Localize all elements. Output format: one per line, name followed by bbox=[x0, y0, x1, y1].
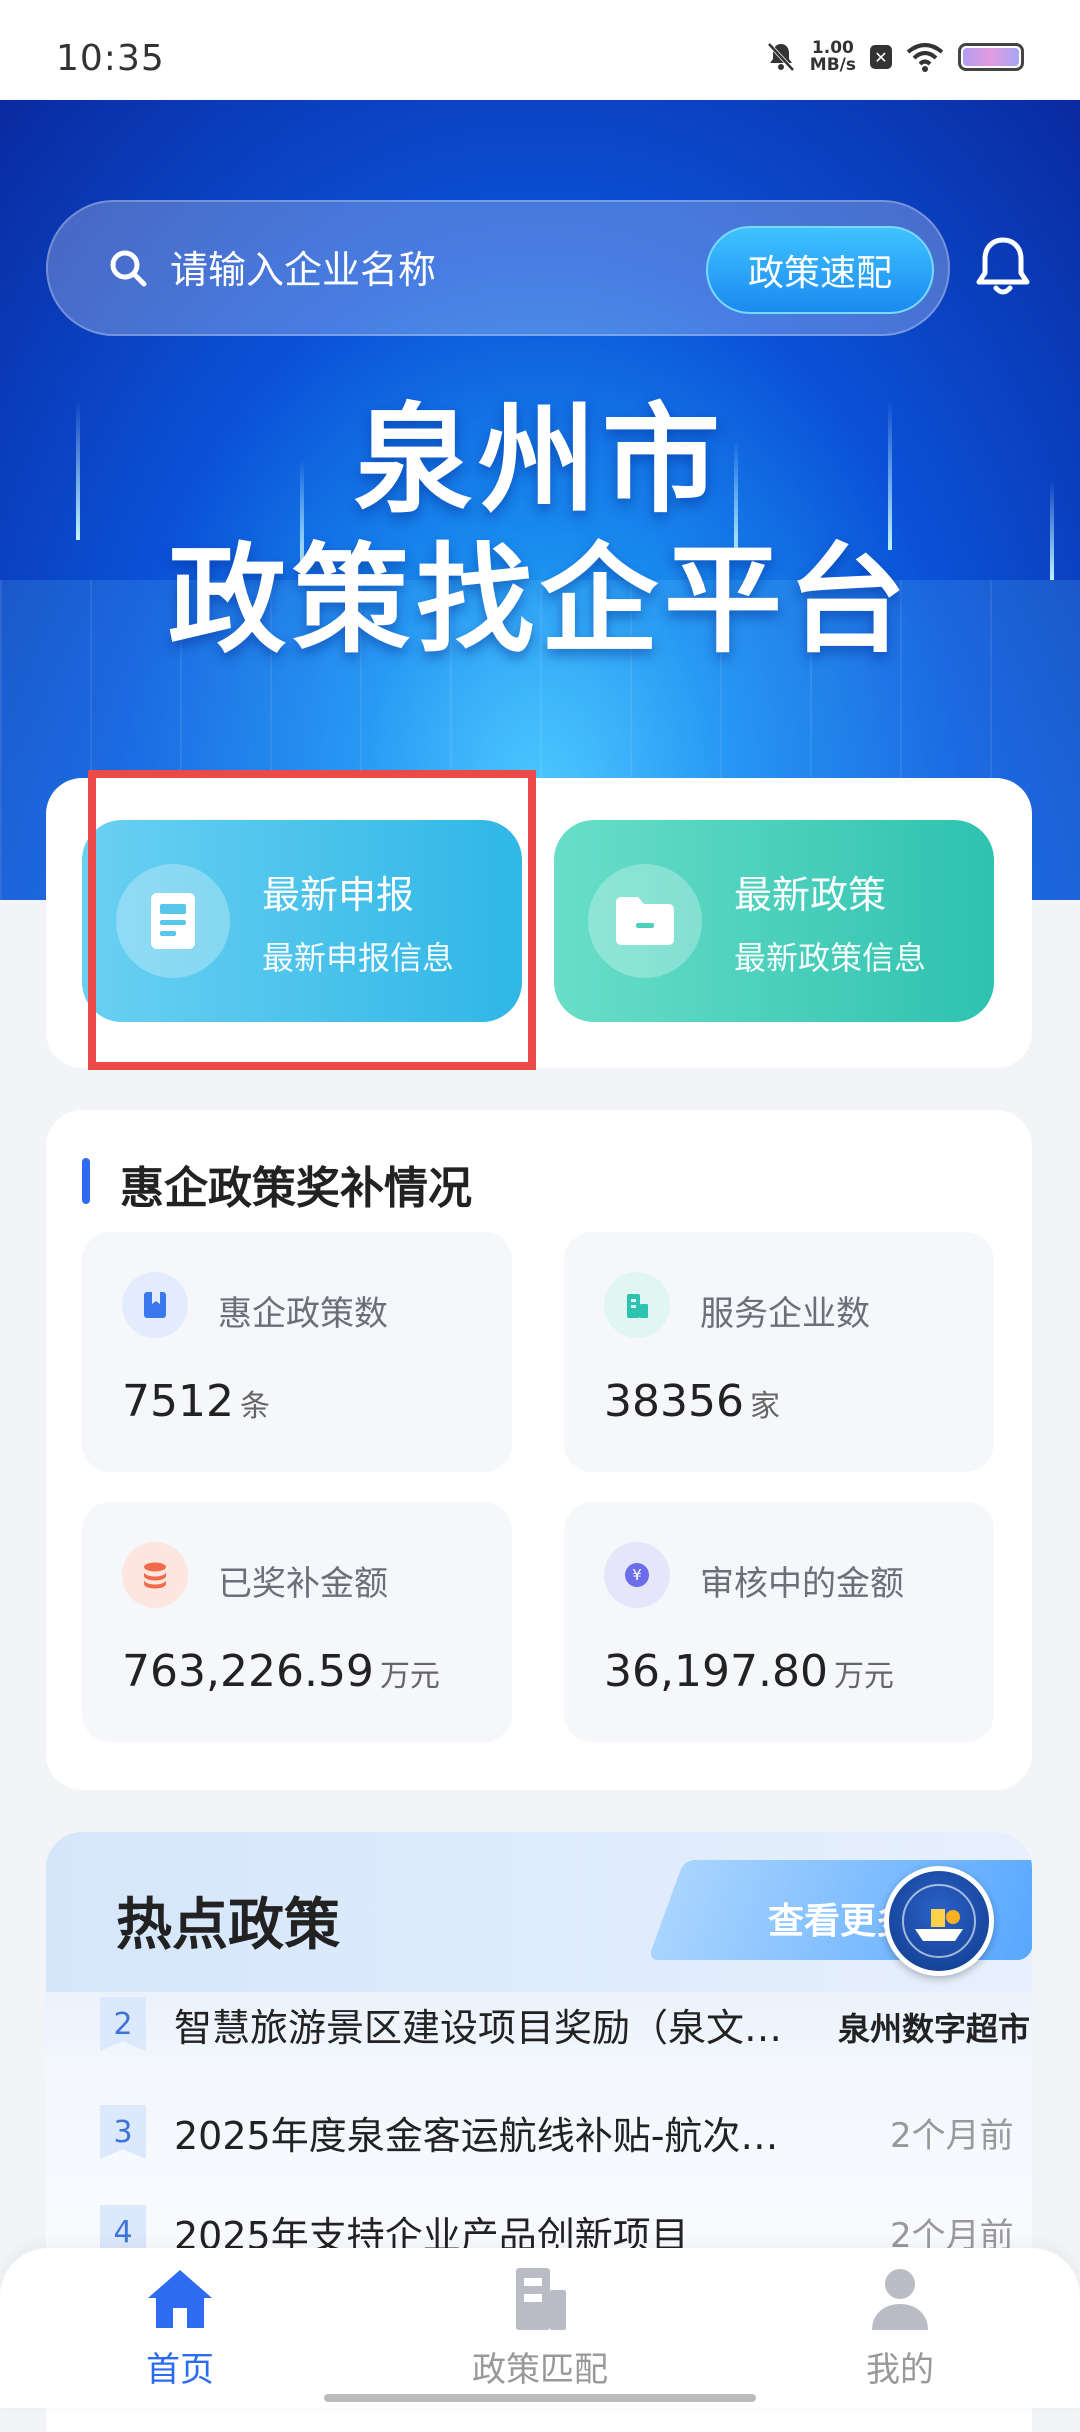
yuan-icon: ¥ bbox=[604, 1542, 670, 1608]
stat-label: 审核中的金额 bbox=[700, 1564, 904, 1604]
hot-policy-time: 2个月前 bbox=[890, 2115, 1014, 2156]
status-time: 10:35 bbox=[56, 38, 165, 79]
search-bar[interactable]: 政策速配 bbox=[46, 200, 950, 336]
notification-x-icon: ✕ bbox=[870, 45, 892, 69]
mute-bell-icon bbox=[767, 42, 795, 72]
folder-icon bbox=[588, 864, 702, 978]
hot-policy-row[interactable]: 3 2025年度泉金客运航线补贴-航次… 2个月前 bbox=[100, 2092, 1030, 2172]
latest-policy-button[interactable]: 最新政策 最新政策信息 bbox=[554, 820, 994, 1022]
building-icon bbox=[604, 1272, 670, 1338]
person-icon bbox=[872, 2269, 928, 2330]
speed-unit: MB/s bbox=[809, 55, 856, 75]
wifi-icon bbox=[906, 43, 944, 72]
nav-home-label: 首页 bbox=[146, 2350, 214, 2390]
section-accent-bar bbox=[82, 1158, 90, 1204]
hot-policies-title: 热点政策 bbox=[116, 1893, 340, 1958]
stats-title: 惠企政策奖补情况 bbox=[120, 1163, 472, 1214]
nav-mine[interactable]: 我的 bbox=[800, 2266, 1000, 2402]
bottom-nav: 首页 政策匹配 我的 bbox=[0, 2248, 1080, 2408]
search-input[interactable] bbox=[168, 242, 668, 298]
latest-policy-subtitle: 最新政策信息 bbox=[734, 938, 927, 977]
digital-market-label[interactable]: 泉州数字超市 bbox=[838, 2004, 1030, 2050]
stat-value: 38356 家 bbox=[604, 1376, 780, 1427]
bell-icon[interactable] bbox=[974, 234, 1032, 300]
ship-logo-icon bbox=[902, 1884, 976, 1958]
hero-title: 泉州市 政策找企平台 bbox=[0, 390, 1080, 670]
coins-icon bbox=[122, 1542, 188, 1608]
stats-card: 惠企政策奖补情况 惠企政策数 7512 条 服务企业数 38356 家 已奖补金额 … bbox=[46, 1110, 1032, 1790]
stat-unit: 万元 bbox=[833, 1659, 894, 1694]
stat-label: 服务企业数 bbox=[700, 1294, 870, 1334]
nav-policy-match[interactable]: 政策匹配 bbox=[440, 2266, 640, 2402]
book-icon bbox=[122, 1272, 188, 1338]
digital-market-logo[interactable] bbox=[884, 1866, 994, 1976]
policy-match-button[interactable]: 政策速配 bbox=[706, 226, 934, 314]
stat-unit: 家 bbox=[749, 1389, 780, 1424]
rank-badge: 3 bbox=[100, 2105, 146, 2159]
stat-enterprise-count[interactable]: 服务企业数 38356 家 bbox=[564, 1232, 994, 1472]
hero-title-line2: 政策找企平台 bbox=[167, 531, 912, 669]
home-icon bbox=[148, 2270, 212, 2328]
building-icon bbox=[516, 2268, 566, 2330]
stat-subsidy-amount[interactable]: 已奖补金额 763,226.59 万元 bbox=[82, 1502, 512, 1742]
stat-policy-count[interactable]: 惠企政策数 7512 条 bbox=[82, 1232, 512, 1472]
battery-icon bbox=[958, 43, 1024, 71]
nav-home[interactable]: 首页 bbox=[80, 2266, 280, 2402]
hero-title-line1: 泉州市 bbox=[353, 391, 726, 529]
search-icon bbox=[110, 250, 147, 287]
stat-value: 36,197.80 万元 bbox=[604, 1646, 894, 1697]
highlight-annotation-box bbox=[88, 770, 536, 1070]
rank-badge: 2 bbox=[100, 1997, 146, 2051]
stat-label: 惠企政策数 bbox=[218, 1294, 388, 1334]
stat-unit: 万元 bbox=[379, 1659, 440, 1694]
status-bar: 10:35 1.00 MB/s ✕ bbox=[0, 0, 1080, 100]
stat-value: 763,226.59 万元 bbox=[122, 1646, 440, 1697]
network-speed: 1.00 MB/s bbox=[810, 40, 856, 74]
svg-text:¥: ¥ bbox=[632, 1566, 642, 1584]
hot-policy-title: 智慧旅游景区建设项目奖励（泉文… bbox=[174, 2005, 783, 2050]
stat-label: 已奖补金额 bbox=[218, 1564, 388, 1604]
home-indicator[interactable] bbox=[324, 2394, 756, 2402]
nav-mine-label: 我的 bbox=[866, 2350, 934, 2390]
stat-reviewing-amount[interactable]: ¥ 审核中的金额 36,197.80 万元 bbox=[564, 1502, 994, 1742]
nav-policy-match-label: 政策匹配 bbox=[472, 2350, 608, 2390]
status-icons: 1.00 MB/s ✕ bbox=[766, 40, 1024, 74]
stat-value: 7512 条 bbox=[122, 1376, 270, 1427]
hot-policy-title: 2025年度泉金客运航线补贴-航次… bbox=[174, 2113, 779, 2158]
stat-unit: 条 bbox=[239, 1389, 270, 1424]
latest-policy-title: 最新政策 bbox=[734, 872, 887, 917]
